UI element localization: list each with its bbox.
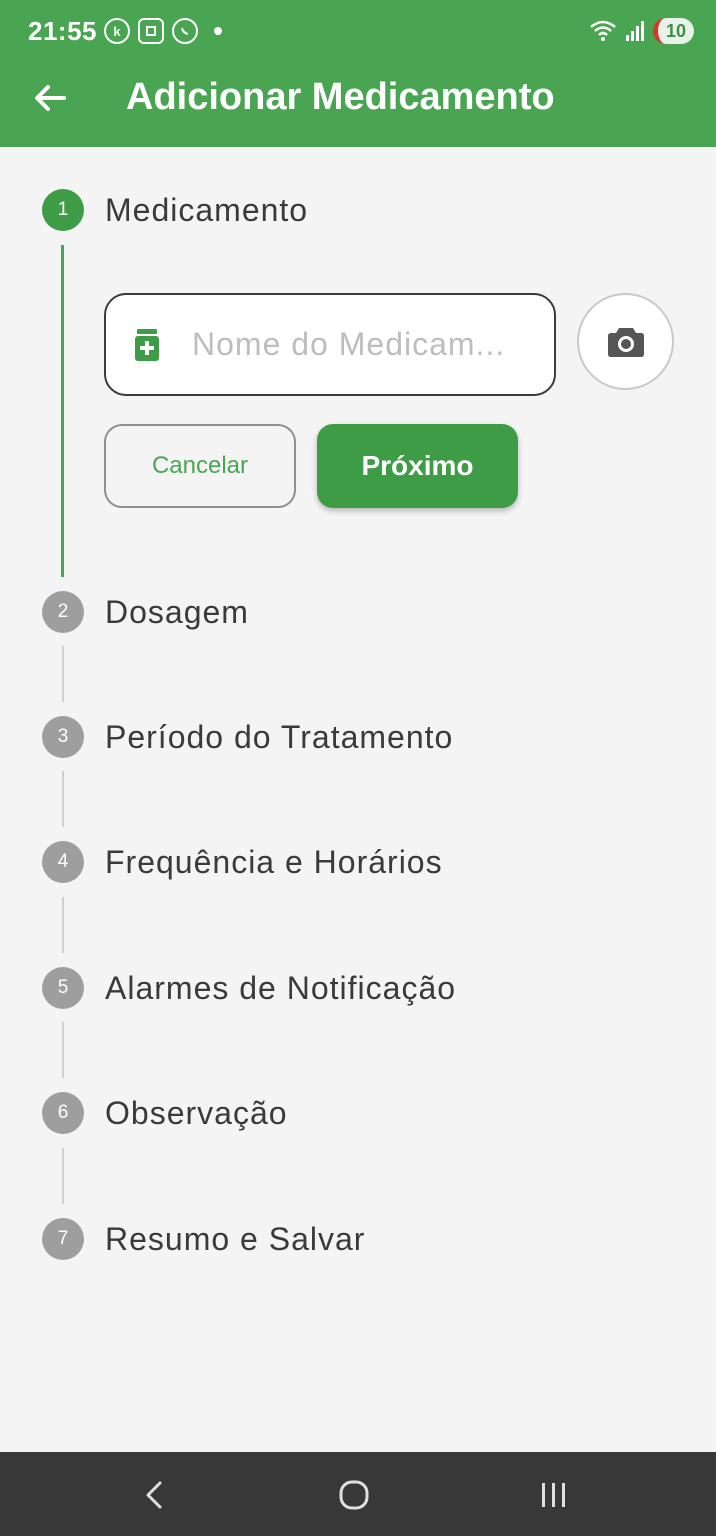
system-nav-bar bbox=[0, 1452, 716, 1536]
step-1-circle[interactable]: 1 bbox=[42, 189, 84, 231]
step-connector-4 bbox=[62, 897, 64, 953]
step-6-label[interactable]: Observação bbox=[105, 1095, 288, 1132]
camera-button[interactable] bbox=[577, 293, 674, 390]
step-7-circle[interactable]: 7 bbox=[42, 1218, 84, 1260]
step-4-label[interactable]: Frequência e Horários bbox=[105, 844, 443, 881]
step-5-circle[interactable]: 5 bbox=[42, 967, 84, 1009]
k-circle-icon: k bbox=[104, 18, 130, 44]
step-connector-5 bbox=[62, 1022, 64, 1078]
step-5-label[interactable]: Alarmes de Notificação bbox=[105, 970, 456, 1007]
step-connector-1 bbox=[61, 245, 64, 577]
app-bar: 21:55 k 10 Adicionar Medicamento bbox=[0, 0, 716, 147]
step-7-label[interactable]: Resumo e Salvar bbox=[105, 1221, 365, 1258]
step-3-label[interactable]: Período do Tratamento bbox=[105, 719, 453, 756]
step-3-circle[interactable]: 3 bbox=[42, 716, 84, 758]
arrow-left-icon bbox=[35, 85, 66, 111]
next-button[interactable]: Próximo bbox=[317, 424, 518, 508]
dot-icon bbox=[214, 27, 222, 35]
scan-icon bbox=[138, 18, 164, 44]
step-6-circle[interactable]: 6 bbox=[42, 1092, 84, 1134]
nav-back-icon bbox=[146, 1481, 162, 1509]
step-2-label[interactable]: Dosagem bbox=[105, 594, 249, 631]
wifi-icon bbox=[590, 20, 616, 41]
nav-home-button[interactable] bbox=[324, 1470, 384, 1520]
step-connector-6 bbox=[62, 1148, 64, 1204]
signal-icon bbox=[625, 21, 644, 41]
status-icons-left: k bbox=[104, 18, 222, 44]
step-4-circle[interactable]: 4 bbox=[42, 841, 84, 883]
nav-back-button[interactable] bbox=[124, 1470, 184, 1520]
step-1-label[interactable]: Medicamento bbox=[105, 192, 308, 229]
medication-icon bbox=[135, 328, 159, 361]
medication-name-input[interactable] bbox=[192, 326, 522, 363]
back-button[interactable] bbox=[30, 78, 70, 118]
step-connector-2 bbox=[62, 646, 64, 702]
camera-icon bbox=[607, 327, 644, 357]
step-connector-3 bbox=[62, 771, 64, 827]
nav-home-icon bbox=[339, 1480, 369, 1510]
nav-recents-button[interactable] bbox=[524, 1470, 584, 1520]
page-title: Adicionar Medicamento bbox=[126, 76, 555, 118]
whatsapp-icon bbox=[172, 18, 198, 44]
status-time: 21:55 bbox=[28, 16, 97, 46]
nav-recents-icon bbox=[542, 1483, 565, 1507]
step-2-circle[interactable]: 2 bbox=[42, 591, 84, 633]
medication-name-field[interactable] bbox=[104, 293, 556, 396]
cancel-button[interactable]: Cancelar bbox=[104, 424, 296, 508]
battery-icon: 10 bbox=[652, 18, 694, 44]
status-icons-right: 10 bbox=[589, 18, 694, 44]
